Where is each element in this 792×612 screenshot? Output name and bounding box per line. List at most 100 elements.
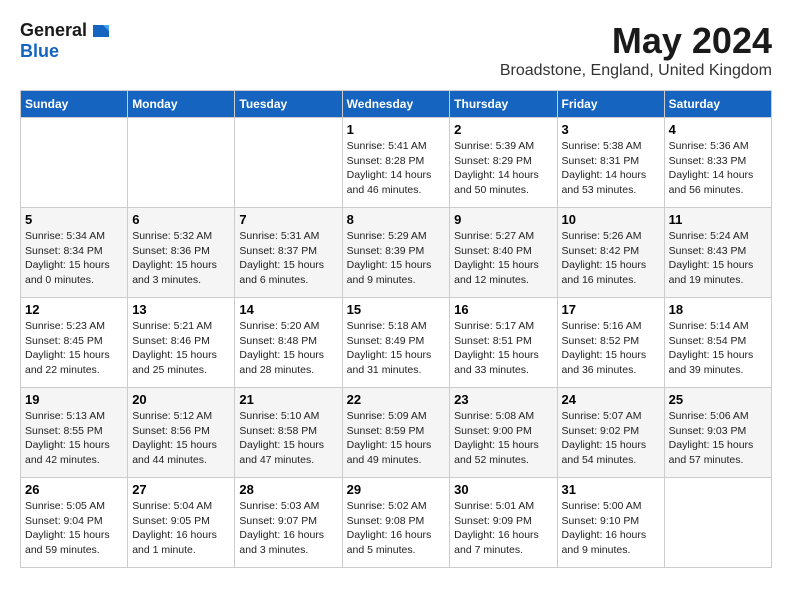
location: Broadstone, England, United Kingdom xyxy=(500,62,772,80)
calendar-cell: 14 Sunrise: 5:20 AM Sunset: 8:48 PM Dayli… xyxy=(235,298,342,388)
day-info: Sunrise: 5:17 AM Sunset: 8:51 PM Dayligh… xyxy=(454,319,552,378)
column-header-thursday: Thursday xyxy=(450,91,557,118)
day-number: 11 xyxy=(669,212,767,227)
day-number: 14 xyxy=(239,302,337,317)
day-number: 16 xyxy=(454,302,552,317)
day-number: 10 xyxy=(562,212,660,227)
day-info: Sunrise: 5:10 AM Sunset: 8:58 PM Dayligh… xyxy=(239,409,337,468)
calendar-cell xyxy=(235,118,342,208)
calendar-cell: 12 Sunrise: 5:23 AM Sunset: 8:45 PM Dayli… xyxy=(21,298,128,388)
calendar-cell: 21 Sunrise: 5:10 AM Sunset: 8:58 PM Dayli… xyxy=(235,388,342,478)
logo-blue: Blue xyxy=(20,41,59,62)
day-number: 5 xyxy=(25,212,123,227)
day-info: Sunrise: 5:06 AM Sunset: 9:03 PM Dayligh… xyxy=(669,409,767,468)
logo-flag-icon xyxy=(89,23,111,39)
calendar-cell xyxy=(21,118,128,208)
day-number: 2 xyxy=(454,122,552,137)
day-info: Sunrise: 5:20 AM Sunset: 8:48 PM Dayligh… xyxy=(239,319,337,378)
day-number: 3 xyxy=(562,122,660,137)
calendar-cell: 4Sunrise: 5:36 AM Sunset: 8:33 PM Daylig… xyxy=(664,118,771,208)
calendar-cell: 18Sunrise: 5:14 AM Sunset: 8:54 PM Dayli… xyxy=(664,298,771,388)
calendar-cell: 5Sunrise: 5:34 AM Sunset: 8:34 PM Daylig… xyxy=(21,208,128,298)
calendar-cell xyxy=(128,118,235,208)
day-info: Sunrise: 5:31 AM Sunset: 8:37 PM Dayligh… xyxy=(239,229,337,288)
calendar-cell: 13 Sunrise: 5:21 AM Sunset: 8:46 PM Dayli… xyxy=(128,298,235,388)
column-header-monday: Monday xyxy=(128,91,235,118)
day-number: 27 xyxy=(132,482,230,497)
day-number: 25 xyxy=(669,392,767,407)
day-number: 13 xyxy=(132,302,230,317)
calendar-cell: 22Sunrise: 5:09 AM Sunset: 8:59 PM Dayli… xyxy=(342,388,450,478)
month-title: May 2024 xyxy=(500,20,772,62)
day-info: Sunrise: 5:07 AM Sunset: 9:02 PM Dayligh… xyxy=(562,409,660,468)
day-info: Sunrise: 5:21 AM Sunset: 8:46 PM Dayligh… xyxy=(132,319,230,378)
logo-general: General xyxy=(20,20,87,41)
calendar-cell: 25 Sunrise: 5:06 AM Sunset: 9:03 PM Dayli… xyxy=(664,388,771,478)
day-info: Sunrise: 5:26 AM Sunset: 8:42 PM Dayligh… xyxy=(562,229,660,288)
calendar-table: SundayMondayTuesdayWednesdayThursdayFrid… xyxy=(20,90,772,568)
day-number: 17 xyxy=(562,302,660,317)
calendar-cell: 31Sunrise: 5:00 AM Sunset: 9:10 PM Dayli… xyxy=(557,478,664,568)
week-row-5: 26Sunrise: 5:05 AM Sunset: 9:04 PM Dayli… xyxy=(21,478,772,568)
calendar-cell: 24 Sunrise: 5:07 AM Sunset: 9:02 PM Dayli… xyxy=(557,388,664,478)
day-info: Sunrise: 5:23 AM Sunset: 8:45 PM Dayligh… xyxy=(25,319,123,378)
day-number: 12 xyxy=(25,302,123,317)
day-info: Sunrise: 5:08 AM Sunset: 9:00 PM Dayligh… xyxy=(454,409,552,468)
day-info: Sunrise: 5:36 AM Sunset: 8:33 PM Dayligh… xyxy=(669,139,767,198)
day-number: 24 xyxy=(562,392,660,407)
column-header-sunday: Sunday xyxy=(21,91,128,118)
week-row-1: 1 Sunrise: 5:41 AM Sunset: 8:28 PM Daylig… xyxy=(21,118,772,208)
calendar-cell: 29 Sunrise: 5:02 AM Sunset: 9:08 PM Dayli… xyxy=(342,478,450,568)
day-info: Sunrise: 5:18 AM Sunset: 8:49 PM Dayligh… xyxy=(347,319,446,378)
calendar-cell: 17Sunrise: 5:16 AM Sunset: 8:52 PM Dayli… xyxy=(557,298,664,388)
day-number: 15 xyxy=(347,302,446,317)
day-info: Sunrise: 5:24 AM Sunset: 8:43 PM Dayligh… xyxy=(669,229,767,288)
day-number: 7 xyxy=(239,212,337,227)
column-header-saturday: Saturday xyxy=(664,91,771,118)
day-info: Sunrise: 5:13 AM Sunset: 8:55 PM Dayligh… xyxy=(25,409,123,468)
title-area: May 2024 Broadstone, England, United Kin… xyxy=(500,20,772,80)
calendar-cell: 30Sunrise: 5:01 AM Sunset: 9:09 PM Dayli… xyxy=(450,478,557,568)
calendar-cell: 8Sunrise: 5:29 AM Sunset: 8:39 PM Daylig… xyxy=(342,208,450,298)
logo: General Blue xyxy=(20,20,111,62)
week-row-2: 5Sunrise: 5:34 AM Sunset: 8:34 PM Daylig… xyxy=(21,208,772,298)
calendar-cell: 7 Sunrise: 5:31 AM Sunset: 8:37 PM Daylig… xyxy=(235,208,342,298)
column-header-tuesday: Tuesday xyxy=(235,91,342,118)
calendar-cell: 28Sunrise: 5:03 AM Sunset: 9:07 PM Dayli… xyxy=(235,478,342,568)
calendar-cell: 3 Sunrise: 5:38 AM Sunset: 8:31 PM Daylig… xyxy=(557,118,664,208)
day-info: Sunrise: 5:39 AM Sunset: 8:29 PM Dayligh… xyxy=(454,139,552,198)
calendar-cell: 11 Sunrise: 5:24 AM Sunset: 8:43 PM Dayli… xyxy=(664,208,771,298)
calendar-cell: 27 Sunrise: 5:04 AM Sunset: 9:05 PM Dayli… xyxy=(128,478,235,568)
day-number: 9 xyxy=(454,212,552,227)
header: General Blue May 2024 Broadstone, Englan… xyxy=(20,20,772,80)
day-info: Sunrise: 5:03 AM Sunset: 9:07 PM Dayligh… xyxy=(239,499,337,558)
day-info: Sunrise: 5:27 AM Sunset: 8:40 PM Dayligh… xyxy=(454,229,552,288)
header-row: SundayMondayTuesdayWednesdayThursdayFrid… xyxy=(21,91,772,118)
day-number: 19 xyxy=(25,392,123,407)
week-row-4: 19 Sunrise: 5:13 AM Sunset: 8:55 PM Dayli… xyxy=(21,388,772,478)
day-info: Sunrise: 5:38 AM Sunset: 8:31 PM Dayligh… xyxy=(562,139,660,198)
column-header-friday: Friday xyxy=(557,91,664,118)
calendar-cell: 23 Sunrise: 5:08 AM Sunset: 9:00 PM Dayli… xyxy=(450,388,557,478)
day-number: 26 xyxy=(25,482,123,497)
calendar-cell: 15 Sunrise: 5:18 AM Sunset: 8:49 PM Dayli… xyxy=(342,298,450,388)
day-info: Sunrise: 5:09 AM Sunset: 8:59 PM Dayligh… xyxy=(347,409,446,468)
day-number: 21 xyxy=(239,392,337,407)
calendar-cell: 16 Sunrise: 5:17 AM Sunset: 8:51 PM Dayli… xyxy=(450,298,557,388)
day-number: 31 xyxy=(562,482,660,497)
day-number: 29 xyxy=(347,482,446,497)
day-number: 1 xyxy=(347,122,446,137)
calendar-cell xyxy=(664,478,771,568)
calendar-cell: 19 Sunrise: 5:13 AM Sunset: 8:55 PM Dayli… xyxy=(21,388,128,478)
day-number: 20 xyxy=(132,392,230,407)
day-number: 6 xyxy=(132,212,230,227)
day-info: Sunrise: 5:41 AM Sunset: 8:28 PM Dayligh… xyxy=(347,139,446,198)
day-number: 23 xyxy=(454,392,552,407)
day-info: Sunrise: 5:14 AM Sunset: 8:54 PM Dayligh… xyxy=(669,319,767,378)
day-info: Sunrise: 5:29 AM Sunset: 8:39 PM Dayligh… xyxy=(347,229,446,288)
day-info: Sunrise: 5:04 AM Sunset: 9:05 PM Dayligh… xyxy=(132,499,230,558)
calendar-cell: 10 Sunrise: 5:26 AM Sunset: 8:42 PM Dayli… xyxy=(557,208,664,298)
day-info: Sunrise: 5:01 AM Sunset: 9:09 PM Dayligh… xyxy=(454,499,552,558)
calendar-cell: 20Sunrise: 5:12 AM Sunset: 8:56 PM Dayli… xyxy=(128,388,235,478)
day-info: Sunrise: 5:02 AM Sunset: 9:08 PM Dayligh… xyxy=(347,499,446,558)
